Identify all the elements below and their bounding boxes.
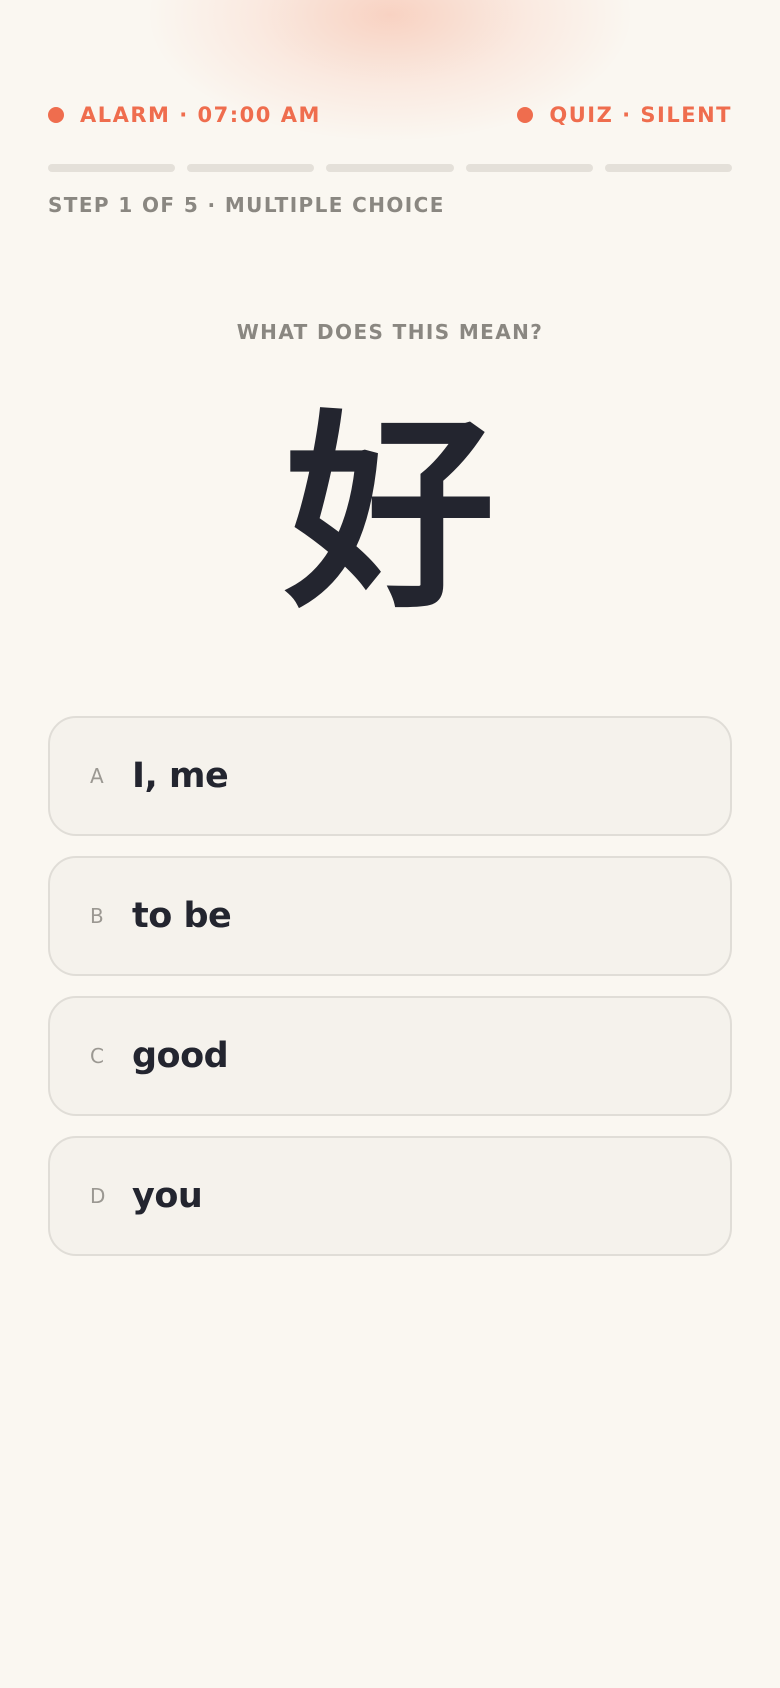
option-text: I, me [132, 756, 229, 796]
question-prompt: WHAT DOES THIS MEAN? [236, 320, 544, 344]
alarm-status: ALARM · 07:00 AM [48, 103, 321, 127]
option-letter: D [90, 1184, 106, 1208]
answer-options: A I, me B to be C good D you [48, 716, 732, 1276]
option-letter: A [90, 764, 104, 788]
mode-dot-icon [517, 107, 534, 123]
progress-segment [465, 164, 593, 172]
option-d-button[interactable]: D you [48, 1136, 732, 1256]
progress-segment [48, 164, 176, 172]
option-b-button[interactable]: B to be [48, 856, 732, 976]
progress-segment [326, 164, 454, 172]
option-text: to be [132, 896, 232, 936]
step-label: STEP 1 OF 5 · MULTIPLE CHOICE [48, 193, 445, 217]
mode-label: QUIZ · SILENT [549, 103, 732, 127]
progress-segment [187, 164, 315, 172]
alarm-dot-icon [48, 107, 64, 123]
option-c-button[interactable]: C good [48, 996, 732, 1116]
question-character: 好 [284, 392, 495, 637]
option-text: good [132, 1036, 229, 1076]
option-a-button[interactable]: A I, me [48, 716, 732, 836]
option-letter: B [90, 904, 104, 928]
progress-segment [604, 164, 733, 172]
option-letter: C [90, 1044, 104, 1068]
mode-status: QUIZ · SILENT [517, 103, 732, 127]
step-progress-bar [48, 164, 733, 172]
alarm-label: ALARM · 07:00 AM [80, 103, 321, 127]
option-text: you [132, 1176, 203, 1216]
